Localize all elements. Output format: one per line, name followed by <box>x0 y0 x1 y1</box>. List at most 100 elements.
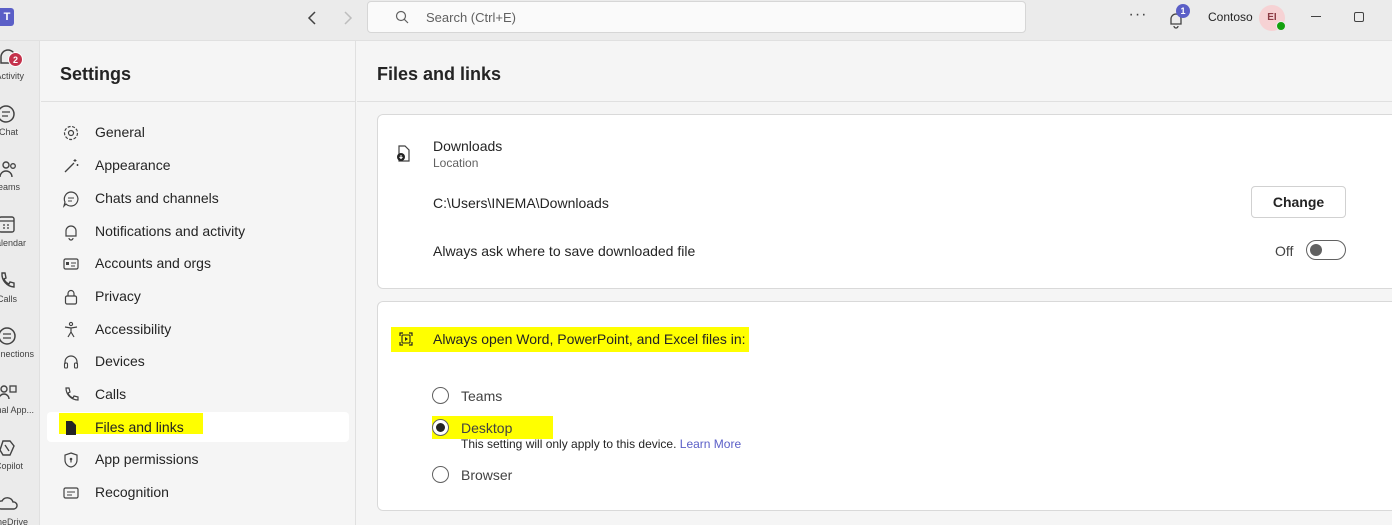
gear-icon <box>63 125 79 141</box>
activity-count-badge: 2 <box>8 52 23 67</box>
settings-item-calls[interactable]: Calls <box>47 379 349 409</box>
settings-item-label: Files and links <box>95 419 184 435</box>
settings-item-appearance[interactable]: Appearance <box>47 150 349 180</box>
settings-item-label: Calls <box>95 386 127 402</box>
settings-item-label: Recognition <box>95 484 169 500</box>
maximize-button[interactable] <box>1354 12 1364 22</box>
settings-item-label: General <box>95 124 145 140</box>
settings-item-privacy[interactable]: Privacy <box>47 281 349 311</box>
rail-item-activity[interactable]: 2 Activity <box>0 47 39 97</box>
phone-icon <box>65 387 79 401</box>
settings-title: Settings <box>60 64 132 84</box>
teams-logo-icon[interactable]: T <box>0 8 14 26</box>
always-ask-toggle[interactable] <box>1306 240 1346 260</box>
settings-item-label: App permissions <box>95 451 199 467</box>
radio-button[interactable] <box>432 466 449 483</box>
toggle-knob <box>1310 244 1322 256</box>
shield-icon <box>64 452 78 468</box>
settings-item-devices[interactable]: Devices <box>47 346 349 376</box>
desktop-note-text: This setting will only apply to this dev… <box>461 437 677 451</box>
chat-bubble-icon <box>62 191 79 208</box>
minimize-button[interactable] <box>1311 16 1321 17</box>
open-files-card: Always open Word, PowerPoint, and Excel … <box>377 301 1392 511</box>
rail-item-calls[interactable]: Calls <box>0 270 39 320</box>
downloads-card: Downloads Location C:\Users\INEMA\Downlo… <box>377 114 1392 289</box>
settings-sidebar: Settings General Appearance Chats and ch… <box>41 41 356 525</box>
more-options-button[interactable]: ··· <box>1127 6 1149 24</box>
rail-item-personal-apps[interactable]: Personal App... <box>0 381 39 431</box>
app-rail: 2 Activity Chat Teams Calendar Calls Con… <box>0 41 40 525</box>
document-icon <box>66 421 76 435</box>
rail-label: Calls <box>0 294 17 304</box>
search-input[interactable] <box>426 2 986 32</box>
lock-icon <box>64 289 78 305</box>
downloads-title: Downloads <box>433 138 503 154</box>
downloads-subtitle: Location <box>433 156 479 170</box>
rail-label: Teams <box>0 182 20 192</box>
rail-item-chat[interactable]: Chat <box>0 103 39 153</box>
settings-item-label: Devices <box>95 353 145 369</box>
search-icon <box>395 10 409 24</box>
rail-item-connections[interactable]: Connections <box>0 325 39 375</box>
settings-item-label: Privacy <box>95 288 141 304</box>
rail-label: Connections <box>0 349 34 359</box>
desktop-note: This setting will only apply to this dev… <box>461 437 741 451</box>
forward-button[interactable] <box>337 8 357 28</box>
settings-item-label: Accessibility <box>95 321 172 337</box>
settings-content: Files and links Downloads Location C:\Us… <box>357 41 1392 525</box>
connections-icon <box>0 327 16 345</box>
accessibility-icon <box>64 321 78 338</box>
settings-item-label: Notifications and activity <box>95 223 246 239</box>
rail-item-onedrive[interactable]: OneDrive <box>0 493 39 525</box>
recognition-icon <box>63 487 79 499</box>
rail-item-copilot[interactable]: Copilot <box>0 437 39 487</box>
rail-item-teams[interactable]: Teams <box>0 158 39 208</box>
back-button[interactable] <box>303 8 323 28</box>
wand-icon <box>64 159 79 173</box>
rail-label: Personal App... <box>0 405 34 415</box>
org-switcher[interactable]: Contoso <box>1208 10 1253 24</box>
copilot-icon <box>0 440 15 456</box>
learn-more-link[interactable]: Learn More <box>680 437 741 451</box>
settings-item-chats-and-channels[interactable]: Chats and channels <box>47 183 349 213</box>
bell-icon <box>65 225 77 241</box>
open-files-label: Always open Word, PowerPoint, and Excel … <box>433 331 746 347</box>
download-location-path: C:\Users\INEMA\Downloads <box>433 195 609 211</box>
apps-icon <box>0 385 17 400</box>
id-card-icon <box>63 258 79 270</box>
rail-label: Activity <box>0 71 24 81</box>
title-bar: T ··· 1 Contoso EI <box>0 0 1392 41</box>
radio-label: Browser <box>461 467 513 483</box>
settings-item-recognition[interactable]: Recognition <box>47 477 349 507</box>
toggle-state-label: Off <box>1275 243 1294 259</box>
divider <box>41 101 356 102</box>
headset-icon <box>63 355 79 369</box>
divider <box>357 101 1392 102</box>
always-ask-label: Always ask where to save downloaded file <box>433 243 696 259</box>
calendar-icon <box>0 216 15 233</box>
settings-item-label: Accounts and orgs <box>95 255 211 271</box>
radio-button-selected[interactable] <box>432 419 449 436</box>
rail-label: Calendar <box>0 238 26 248</box>
settings-item-files-and-links[interactable]: Files and links <box>47 412 349 442</box>
settings-item-app-permissions[interactable]: App permissions <box>47 444 349 474</box>
download-file-icon <box>397 145 410 162</box>
settings-item-accessibility[interactable]: Accessibility <box>47 314 349 344</box>
rail-item-calendar[interactable]: Calendar <box>0 214 39 264</box>
chat-icon <box>0 105 15 123</box>
change-location-button[interactable]: Change <box>1251 186 1346 218</box>
settings-item-label: Chats and channels <box>95 190 219 206</box>
settings-item-notifications[interactable]: Notifications and activity <box>47 216 349 246</box>
settings-item-label: Appearance <box>95 157 171 173</box>
radio-button[interactable] <box>432 387 449 404</box>
rail-label: OneDrive <box>0 517 28 525</box>
settings-item-general[interactable]: General <box>47 117 349 147</box>
phone-icon <box>1 272 15 288</box>
rail-label: Chat <box>0 127 18 137</box>
search-box[interactable] <box>367 1 1026 33</box>
settings-item-accounts-and-orgs[interactable]: Accounts and orgs <box>47 248 349 278</box>
rail-label: Copilot <box>0 461 23 471</box>
cloud-icon <box>0 497 18 510</box>
open-in-app-icon <box>399 332 413 346</box>
presence-available-icon <box>1276 21 1286 31</box>
